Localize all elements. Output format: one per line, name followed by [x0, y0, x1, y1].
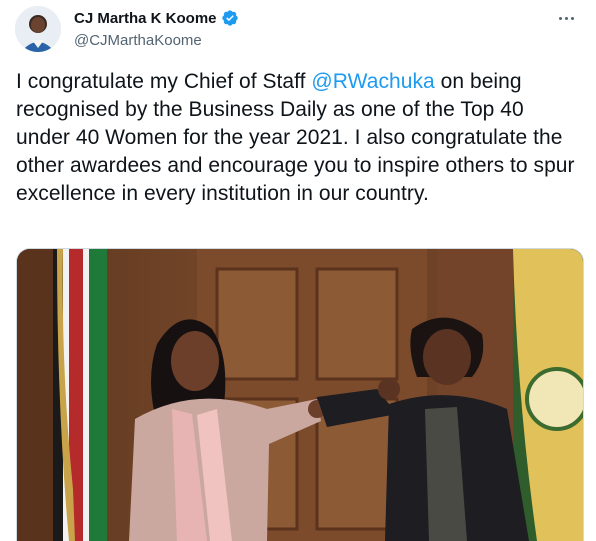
tweet-text-part: I congratulate my Chief of Staff [16, 70, 312, 93]
verified-badge-icon [221, 9, 239, 27]
kenya-flag-icon [53, 249, 107, 541]
tweet-text: I congratulate my Chief of Staff @RWachu… [16, 68, 582, 208]
judiciary-flag-icon [513, 249, 583, 541]
profile-photo-icon [15, 6, 61, 52]
tweet-card[interactable]: CJ Martha K Koome @CJMarthaKoome I congr… [0, 0, 596, 541]
more-options-icon[interactable] [554, 8, 578, 28]
tweet-photo[interactable] [16, 248, 584, 541]
author-avatar[interactable] [15, 6, 61, 52]
author-names: CJ Martha K Koome @CJMarthaKoome [74, 8, 239, 49]
mention-link[interactable]: @RWachuka [311, 70, 434, 93]
photo-two-women-elbow-bump-icon [17, 249, 583, 541]
author-handle[interactable]: @CJMarthaKoome [74, 32, 239, 49]
author-display-name[interactable]: CJ Martha K Koome [74, 10, 217, 27]
